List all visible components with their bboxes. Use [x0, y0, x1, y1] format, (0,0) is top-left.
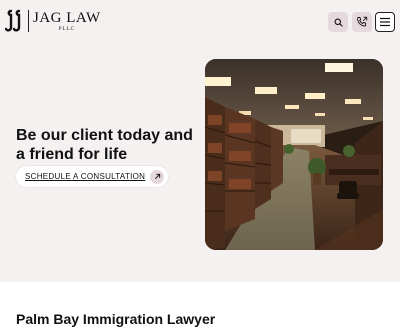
site-header: JAG LAW PLLC: [0, 0, 400, 44]
logo-sub: PLLC: [58, 26, 75, 32]
hero-section: Be our client today and a friend for lif…: [0, 44, 400, 282]
arrow-up-right-icon: [150, 169, 165, 184]
search-icon: [334, 18, 343, 27]
logo-name: JAG LAW: [33, 9, 101, 26]
menu-button[interactable]: [375, 12, 395, 32]
library-office-illustration: [205, 59, 383, 250]
logo-mark-icon: [5, 9, 21, 32]
hero-image: [205, 59, 383, 250]
hero-title: Be our client today and a friend for lif…: [16, 127, 193, 163]
logo-text: JAG LAW PLLC: [33, 9, 101, 32]
phone-icon: [357, 16, 368, 27]
phone-button[interactable]: [352, 12, 372, 32]
logo[interactable]: JAG LAW PLLC: [5, 9, 101, 33]
hamburger-menu-icon: [380, 17, 390, 27]
section-title: Palm Bay Immigration Lawyer: [16, 311, 216, 327]
schedule-consultation-button[interactable]: SCHEDULE A CONSULTATION: [16, 166, 169, 187]
cta-label: SCHEDULE A CONSULTATION: [25, 172, 146, 181]
search-button[interactable]: [328, 12, 348, 32]
logo-divider: [28, 10, 29, 32]
